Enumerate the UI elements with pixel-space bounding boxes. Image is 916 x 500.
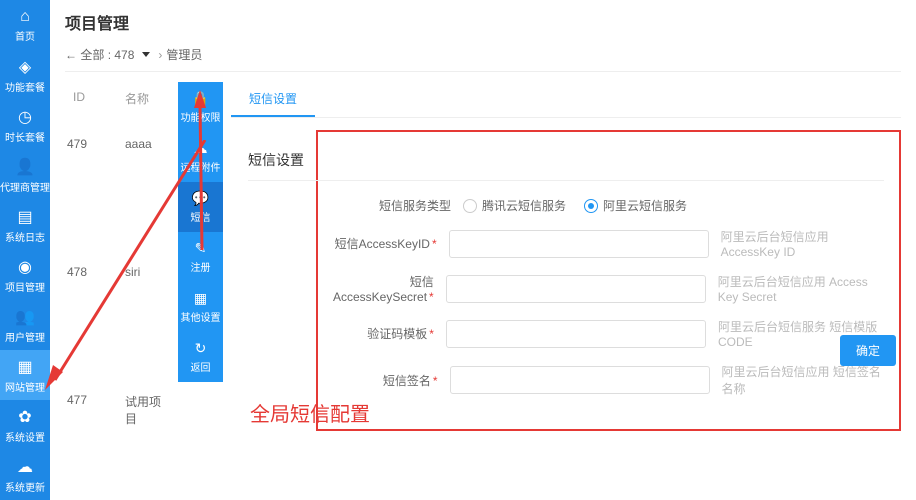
- annotation-caption: 全局短信配置: [250, 398, 370, 427]
- cell-name: siri: [105, 265, 170, 279]
- sidebar-item-label: 代理商管理: [0, 179, 50, 194]
- grid-icon: ▦: [194, 290, 207, 307]
- radio-icon: [463, 199, 477, 213]
- action-label: 功能权限: [181, 109, 221, 124]
- action-label: 远程附件: [181, 159, 221, 174]
- label-signature: 短信签名*: [333, 372, 450, 389]
- cell-id: 479: [65, 137, 105, 151]
- sidebar-item-system-settings[interactable]: ✿ 系统设置: [0, 400, 50, 450]
- label-template: 验证码模板*: [333, 325, 446, 342]
- label-accesskeyid: 短信AccessKeyID*: [333, 235, 449, 252]
- refresh-icon: ↻: [195, 340, 207, 357]
- action-remote-attach[interactable]: ☁ 远程附件: [178, 132, 223, 182]
- action-back[interactable]: ↻ 返回: [178, 332, 223, 382]
- cell-name: aaaa: [105, 137, 170, 151]
- gear-icon: ✿: [18, 407, 31, 427]
- action-menu: 🔒 功能权限 ☁ 远程附件 💬 短信 ✎ 注册 ▦ 其他设置 ↻ 返回: [178, 82, 223, 382]
- main-sidebar: ⌂ 首页 ◈ 功能套餐 ◷ 时长套餐 👤 代理商管理 ▤ 系统日志 ◉ 项目管理 👥 用户管理…: [0, 0, 50, 500]
- breadcrumb-admin[interactable]: 管理员: [166, 46, 202, 63]
- cloud-icon: ☁: [17, 457, 33, 477]
- sidebar-item-label: 用户管理: [5, 329, 45, 344]
- home-icon: ⌂: [20, 8, 30, 26]
- radio-group-service: 腾讯云短信服务 阿里云短信服务: [463, 197, 687, 214]
- sidebar-item-label: 系统设置: [5, 429, 45, 444]
- breadcrumb: ← 全部 : 478 › 管理员: [65, 46, 901, 72]
- breadcrumb-all[interactable]: ← 全部 : 478: [65, 46, 134, 63]
- cell-id: 477: [65, 393, 105, 427]
- action-label: 返回: [191, 359, 211, 374]
- dropdown-icon[interactable]: [142, 52, 150, 57]
- sidebar-item-label: 项目管理: [5, 279, 45, 294]
- project-list-panel: ID 名称 479 aaaa 478 siri 477 试用项目: [65, 82, 170, 449]
- th-id: ID: [65, 90, 105, 107]
- th-name: 名称: [105, 90, 170, 107]
- page-title: 项目管理: [65, 10, 901, 34]
- action-label: 注册: [191, 259, 211, 274]
- sidebar-item-agent-management[interactable]: 👤 代理商管理: [0, 150, 50, 200]
- help-accesskeyid: 阿里云后台短信应用 AccessKey ID: [721, 228, 884, 259]
- sidebar-item-user-management[interactable]: 👥 用户管理: [0, 300, 50, 350]
- action-register[interactable]: ✎ 注册: [178, 232, 223, 282]
- sidebar-item-duration-package[interactable]: ◷ 时长套餐: [0, 100, 50, 150]
- action-sms[interactable]: 💬 短信: [178, 182, 223, 232]
- radio-tencent[interactable]: 腾讯云短信服务: [463, 197, 566, 214]
- cloud-icon: ☁: [194, 140, 208, 157]
- log-icon: ▤: [17, 207, 32, 227]
- radio-label: 腾讯云短信服务: [482, 197, 566, 214]
- sidebar-item-site-management[interactable]: ▦ 网站管理: [0, 350, 50, 400]
- sidebar-item-label: 首页: [15, 28, 35, 43]
- action-other-settings[interactable]: ▦ 其他设置: [178, 282, 223, 332]
- sidebar-item-label: 网站管理: [5, 379, 45, 394]
- label-service-type: 短信服务类型: [333, 197, 463, 214]
- sidebar-item-label: 时长套餐: [5, 129, 45, 144]
- sidebar-item-feature-package[interactable]: ◈ 功能套餐: [0, 50, 50, 100]
- tab-sms-settings[interactable]: 短信设置: [231, 82, 315, 117]
- table-header: ID 名称: [65, 82, 170, 115]
- action-permissions[interactable]: 🔒 功能权限: [178, 82, 223, 132]
- chevron-right-icon: ›: [158, 48, 162, 62]
- sidebar-item-project-management[interactable]: ◉ 项目管理: [0, 250, 50, 300]
- cell-name: 试用项目: [105, 393, 170, 427]
- sidebar-item-label: 系统日志: [5, 229, 45, 244]
- help-accesskeysecret: 阿里云后台短信应用 Access Key Secret: [718, 273, 884, 304]
- label-accesskeysecret: 短信AccessKeySecret*: [333, 273, 446, 304]
- edit-icon: ✎: [195, 240, 207, 257]
- input-template[interactable]: [446, 320, 706, 348]
- project-icon: ◉: [18, 257, 32, 277]
- table-row[interactable]: 477 试用项目: [65, 371, 170, 449]
- tabs: 短信设置: [231, 82, 901, 118]
- users-icon: 👥: [15, 307, 35, 327]
- help-signature: 阿里云后台短信应用 短信签名名称: [722, 363, 884, 397]
- radio-icon: [584, 199, 598, 213]
- site-icon: ▦: [17, 357, 32, 377]
- table-row[interactable]: 479 aaaa: [65, 115, 170, 173]
- radio-label: 阿里云短信服务: [603, 197, 687, 214]
- sidebar-item-label: 系统更新: [5, 479, 45, 494]
- input-signature[interactable]: [450, 366, 710, 394]
- sms-settings-panel: 短信设置 短信服务类型 腾讯云短信服务 阿里云短信服务 短信AccessKeyI…: [316, 130, 901, 431]
- sidebar-item-home[interactable]: ⌂ 首页: [0, 0, 50, 50]
- action-label: 短信: [191, 209, 211, 224]
- lock-icon: 🔒: [192, 90, 209, 107]
- table-row[interactable]: 478 siri: [65, 243, 170, 301]
- clock-icon: ◷: [18, 107, 32, 127]
- sidebar-item-system-update[interactable]: ☁ 系统更新: [0, 450, 50, 500]
- user-icon: 👤: [15, 157, 35, 177]
- panel-title: 短信设置: [248, 150, 884, 181]
- sidebar-item-system-log[interactable]: ▤ 系统日志: [0, 200, 50, 250]
- sidebar-item-label: 功能套餐: [5, 79, 45, 94]
- main-content: 项目管理 ← 全部 : 478 › 管理员 ID 名称 479 aaaa 478…: [50, 0, 916, 459]
- input-accesskeyid[interactable]: [449, 230, 709, 258]
- cell-id: 478: [65, 265, 105, 279]
- action-label: 其他设置: [181, 309, 221, 324]
- package-icon: ◈: [19, 57, 31, 77]
- input-accesskeysecret[interactable]: [446, 275, 706, 303]
- sms-icon: 💬: [192, 190, 209, 207]
- confirm-button[interactable]: 确定: [840, 335, 896, 366]
- radio-aliyun[interactable]: 阿里云短信服务: [584, 197, 687, 214]
